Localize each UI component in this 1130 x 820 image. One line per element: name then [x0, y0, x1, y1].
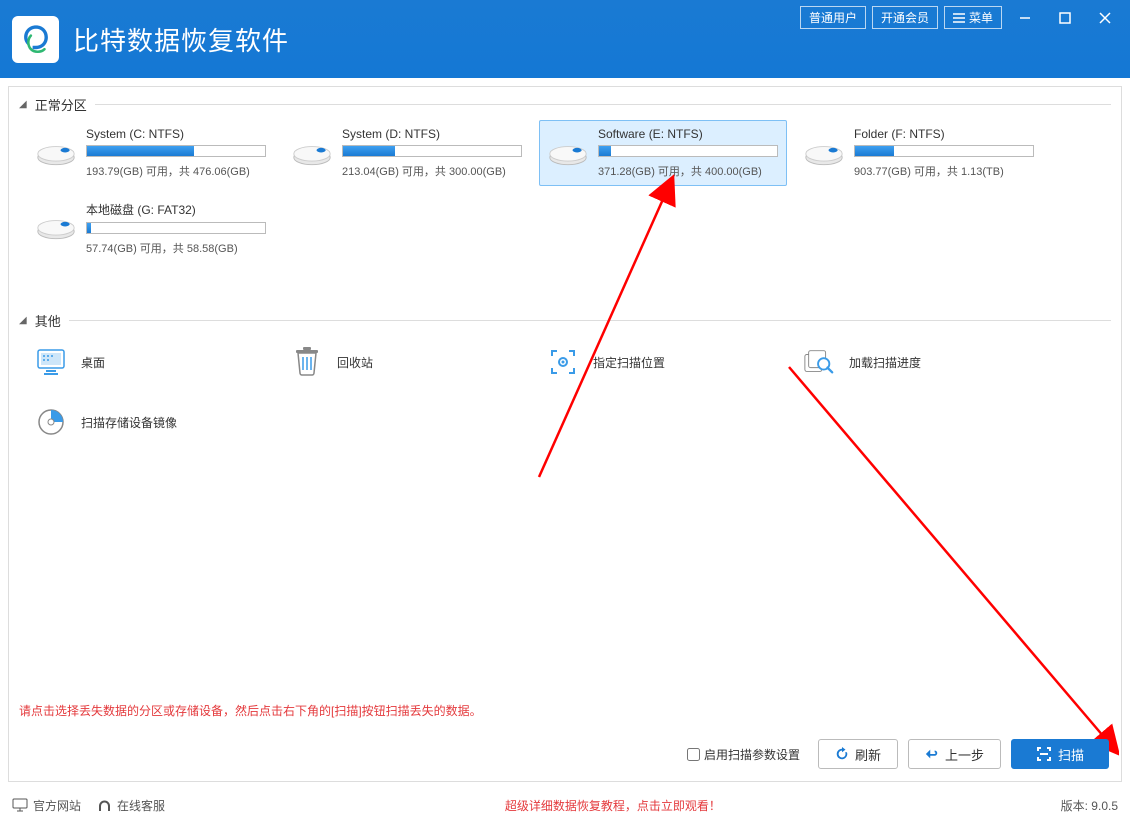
titlebar: 比特数据恢复软件 普通用户 开通会员 菜单	[0, 0, 1130, 78]
refresh-icon	[835, 747, 849, 761]
search-doc-icon	[803, 346, 835, 378]
minimize-button[interactable]	[1008, 7, 1042, 29]
usage-bar	[598, 145, 778, 157]
monitor-icon	[12, 798, 28, 812]
disc-icon	[35, 406, 67, 438]
partition-name: System (C: NTFS)	[86, 127, 266, 141]
section-other: ◢ 其他	[19, 311, 1111, 330]
other-item-label: 扫描存储设备镜像	[81, 414, 177, 431]
partition-item[interactable]: Software (E: NTFS) 371.28(GB) 可用，共 400.00…	[539, 120, 787, 186]
partition-grid: System (C: NTFS) 193.79(GB) 可用，共 476.06(G…	[19, 120, 1111, 263]
partition-item[interactable]: Folder (F: NTFS) 903.77(GB) 可用，共 1.13(TB)	[795, 120, 1043, 186]
drive-icon	[36, 137, 76, 167]
drive-icon	[804, 137, 844, 167]
section-title-normal: 正常分区	[35, 95, 87, 114]
action-row: 启用扫描参数设置 刷新 上一步 扫描	[687, 739, 1109, 769]
app-logo	[12, 16, 59, 63]
target-icon	[547, 346, 579, 378]
user-type-button[interactable]: 普通用户	[800, 6, 866, 29]
divider	[95, 104, 1111, 105]
section-normal-partitions: ◢ 正常分区	[19, 95, 1111, 114]
usage-bar	[86, 145, 266, 157]
partition-info: System (D: NTFS) 213.04(GB) 可用，共 300.00(G…	[342, 127, 522, 179]
other-item-disc[interactable]: 扫描存储设备镜像	[27, 396, 275, 448]
other-item-label: 指定扫描位置	[593, 354, 665, 371]
maximize-button[interactable]	[1048, 7, 1082, 29]
partition-usage: 57.74(GB) 可用，共 58.58(GB)	[86, 240, 266, 256]
tutorial-link[interactable]: 超级详细数据恢复教程，点击立即观看！	[505, 797, 721, 814]
partition-name: 本地磁盘 (G: FAT32)	[86, 201, 266, 218]
version-label: 版本: 9.0.5	[1061, 797, 1118, 814]
headset-icon	[97, 798, 112, 813]
scan-label: 扫描	[1058, 745, 1084, 764]
hint-text: 请点击选择丢失数据的分区或存储设备，然后点击右下角的[扫描]按钮扫描丢失的数据。	[19, 702, 482, 719]
partition-item[interactable]: System (D: NTFS) 213.04(GB) 可用，共 300.00(G…	[283, 120, 531, 186]
hamburger-icon	[953, 13, 965, 23]
scan-button[interactable]: 扫描	[1011, 739, 1109, 769]
partition-info: Software (E: NTFS) 371.28(GB) 可用，共 400.00…	[598, 127, 778, 179]
back-button[interactable]: 上一步	[908, 739, 1001, 769]
menu-button[interactable]: 菜单	[944, 6, 1002, 29]
main-content: ◢ 正常分区 System (C: NTFS) 193.79(GB) 可用，共 4…	[8, 86, 1122, 782]
other-item-label: 桌面	[81, 354, 105, 371]
scan-icon	[1036, 746, 1052, 762]
section-title-other: 其他	[35, 311, 61, 330]
partition-name: System (D: NTFS)	[342, 127, 522, 141]
usage-bar	[342, 145, 522, 157]
trash-icon	[291, 346, 323, 378]
partition-item[interactable]: 本地磁盘 (G: FAT32) 57.74(GB) 可用，共 58.58(GB)	[27, 194, 275, 263]
collapse-triangle-icon[interactable]: ◢	[19, 315, 27, 326]
back-arrow-icon	[925, 747, 939, 761]
usage-bar	[86, 222, 266, 234]
title-controls: 普通用户 开通会员 菜单	[800, 6, 1122, 29]
drive-icon	[36, 211, 76, 241]
drive-icon	[548, 137, 588, 167]
refresh-button[interactable]: 刷新	[818, 739, 898, 769]
divider	[69, 320, 1111, 321]
app-title: 比特数据恢复软件	[73, 21, 289, 58]
partition-info: Folder (F: NTFS) 903.77(GB) 可用，共 1.13(TB)	[854, 127, 1034, 179]
desktop-icon	[35, 346, 67, 378]
partition-usage: 213.04(GB) 可用，共 300.00(GB)	[342, 163, 522, 179]
close-button[interactable]	[1088, 7, 1122, 29]
partition-info: System (C: NTFS) 193.79(GB) 可用，共 476.06(G…	[86, 127, 266, 179]
partition-usage: 903.77(GB) 可用，共 1.13(TB)	[854, 163, 1034, 179]
online-support-label: 在线客服	[117, 797, 165, 814]
partition-name: Software (E: NTFS)	[598, 127, 778, 141]
official-site-link[interactable]: 官方网站	[12, 797, 81, 814]
other-grid: 桌面 回收站 指定扫描位置 加载扫描进度扫描存储设备镜像	[19, 336, 1111, 448]
open-vip-button[interactable]: 开通会员	[872, 6, 938, 29]
other-item-search-doc[interactable]: 加载扫描进度	[795, 336, 1043, 388]
checkbox-input[interactable]	[687, 748, 700, 761]
checkbox-label: 启用扫描参数设置	[704, 746, 800, 763]
other-item-label: 回收站	[337, 354, 373, 371]
partition-usage: 193.79(GB) 可用，共 476.06(GB)	[86, 163, 266, 179]
usage-bar	[854, 145, 1034, 157]
partition-item[interactable]: System (C: NTFS) 193.79(GB) 可用，共 476.06(G…	[27, 120, 275, 186]
collapse-triangle-icon[interactable]: ◢	[19, 99, 27, 110]
menu-label: 菜单	[969, 9, 993, 26]
refresh-label: 刷新	[855, 745, 881, 764]
online-support-link[interactable]: 在线客服	[97, 797, 165, 814]
drive-icon	[292, 137, 332, 167]
other-item-target[interactable]: 指定扫描位置	[539, 336, 787, 388]
other-item-trash[interactable]: 回收站	[283, 336, 531, 388]
partition-usage: 371.28(GB) 可用，共 400.00(GB)	[598, 163, 778, 179]
official-site-label: 官方网站	[33, 797, 81, 814]
other-item-label: 加载扫描进度	[849, 354, 921, 371]
back-label: 上一步	[945, 745, 984, 764]
statusbar: 官方网站 在线客服 超级详细数据恢复教程，点击立即观看！ 版本: 9.0.5	[0, 790, 1130, 820]
partition-info: 本地磁盘 (G: FAT32) 57.74(GB) 可用，共 58.58(GB)	[86, 201, 266, 256]
other-item-desktop[interactable]: 桌面	[27, 336, 275, 388]
status-left: 官方网站 在线客服	[12, 797, 165, 814]
enable-scan-params-checkbox[interactable]: 启用扫描参数设置	[687, 746, 800, 763]
partition-name: Folder (F: NTFS)	[854, 127, 1034, 141]
